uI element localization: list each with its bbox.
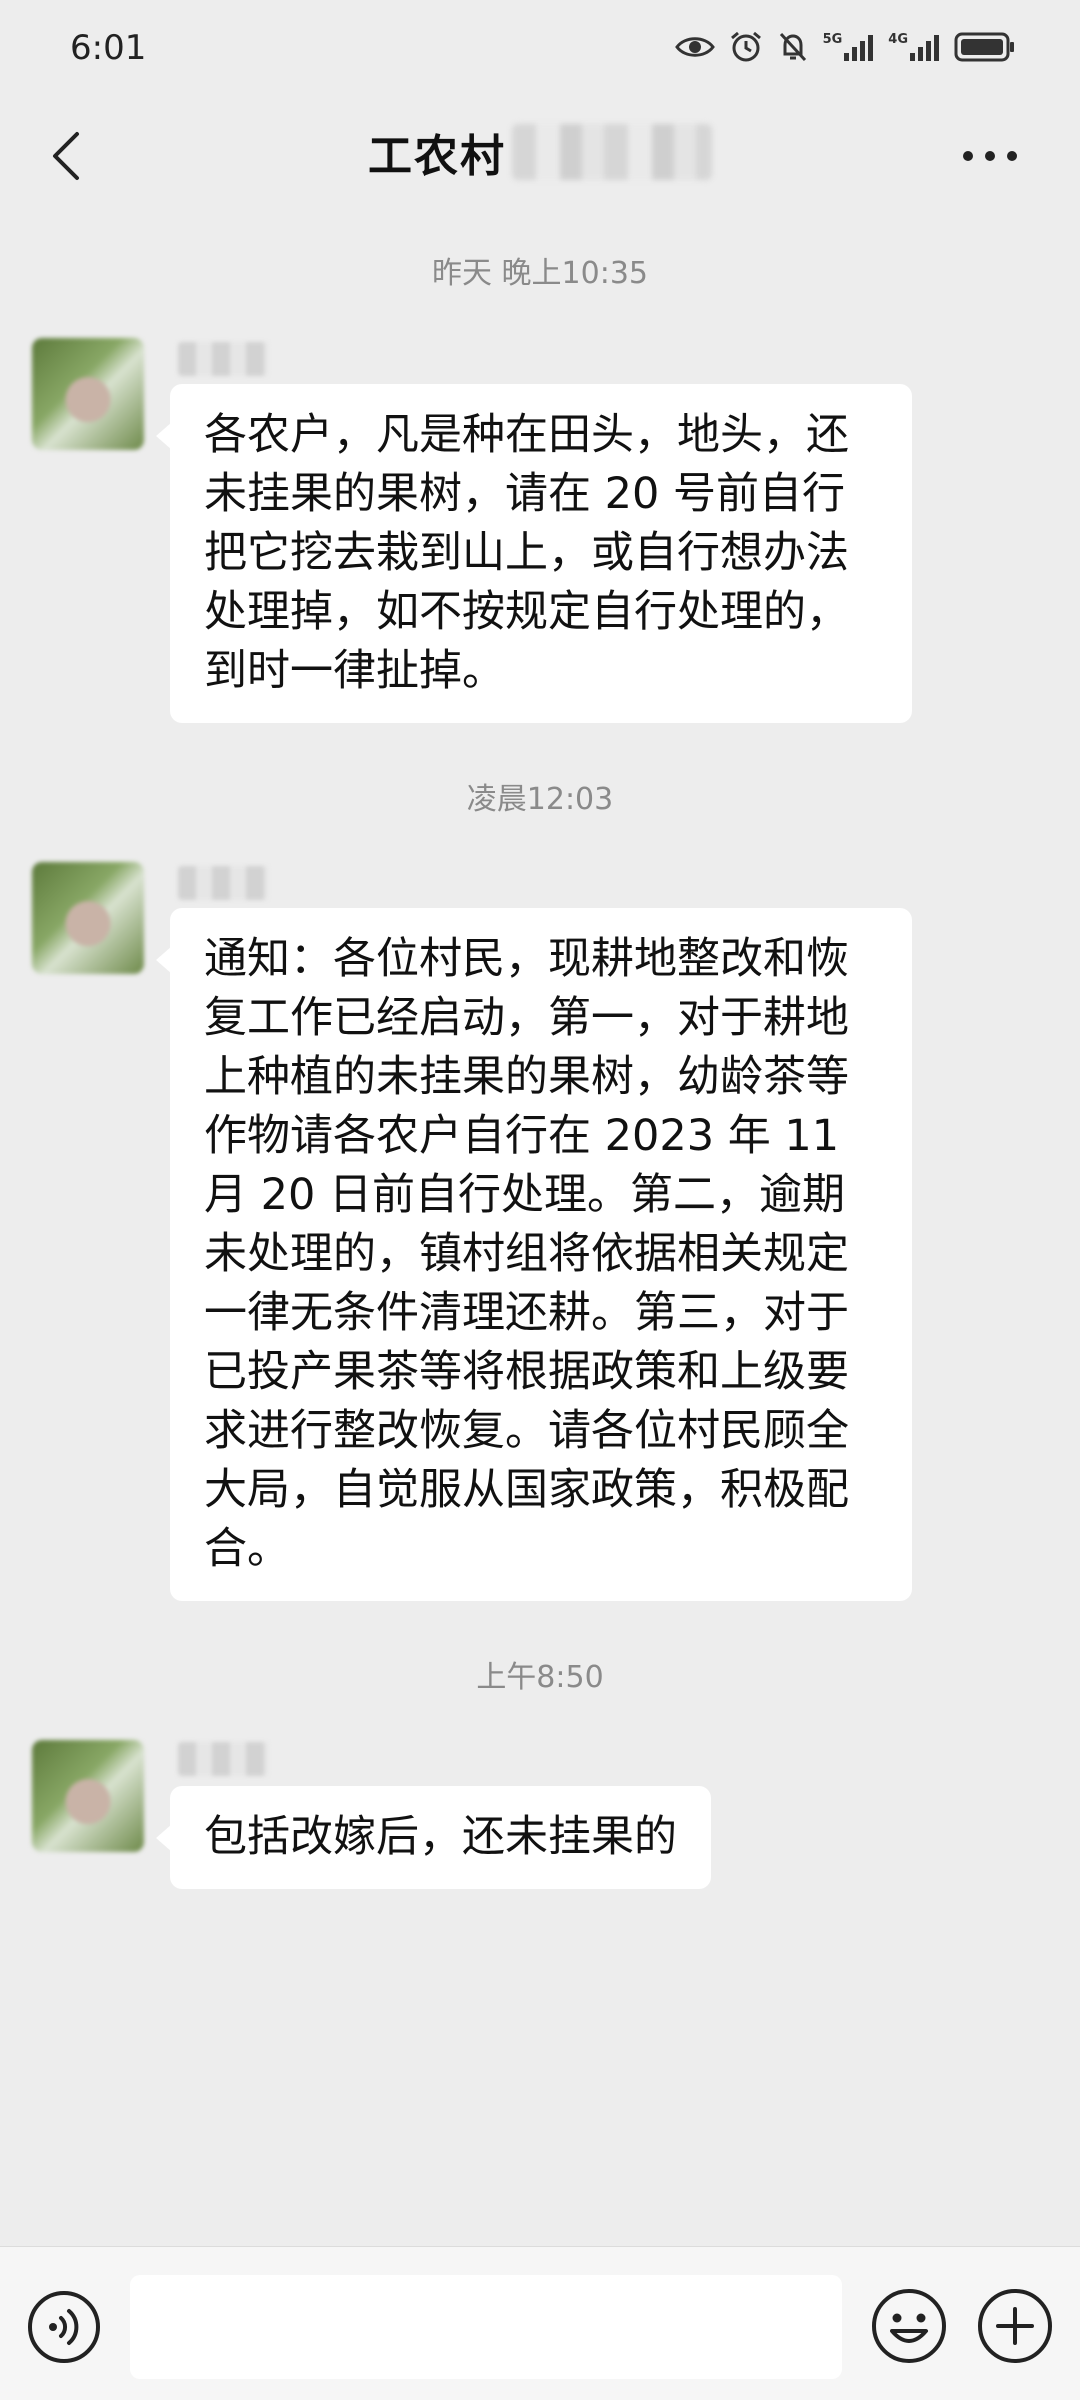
mute-bell-icon: [779, 32, 806, 62]
message-timestamp: 昨天 晚上10:35: [432, 256, 648, 291]
message-timestamp: 上午8:50: [476, 1660, 604, 1695]
chat-title-text: 工农村: [368, 131, 506, 182]
message-bubble[interactable]: 各农户，凡是种在田头，地头，还未挂果的果树，请在 20 号前自行把它挖去栽到山上…: [156, 384, 912, 723]
voice-button[interactable]: [26, 2289, 102, 2365]
more-dots-icon: [963, 151, 1017, 161]
avatar[interactable]: [32, 1740, 144, 1852]
status-icons: 5G 4G: [674, 30, 1016, 64]
message-timestamp: 凌晨12:03: [466, 782, 614, 817]
eye-icon: [674, 37, 715, 57]
sender-name-redacted: [178, 342, 268, 376]
signal-4g: 4G: [888, 33, 940, 61]
status-bar: 6:01 5G 4G: [0, 0, 1080, 100]
alarm-icon: [730, 31, 761, 62]
input-bar: [0, 2246, 1080, 2400]
avatar[interactable]: [32, 862, 144, 974]
redacted-title-part: [512, 124, 712, 180]
signal-5g: 5G: [823, 33, 875, 61]
avatar[interactable]: [32, 338, 144, 450]
status-time: 6:01: [70, 28, 147, 68]
plus-icon: [978, 2289, 1052, 2363]
emoji-icon: [872, 2289, 946, 2363]
signal-bars-icon: [910, 35, 939, 61]
chat-title: 工农村: [0, 120, 1080, 184]
message-bubble[interactable]: 包括改嫁后，还未挂果的: [156, 1786, 711, 1889]
battery-icon: [954, 32, 1014, 62]
signal-bars-icon: [844, 35, 874, 61]
more-button[interactable]: [950, 128, 1030, 184]
chat-header: 工农村: [0, 100, 1080, 212]
message-input[interactable]: [130, 2275, 842, 2379]
sender-name-redacted: [178, 1742, 268, 1776]
chat-message-list[interactable]: 昨天 晚上10:35 各农户，凡是种在田头，地头，还未挂果的果树，请在 20 号…: [0, 212, 1080, 2246]
sender-name-redacted: [178, 866, 268, 900]
message-bubble[interactable]: 通知：各位村民，现耕地整改和恢复工作已经启动，第一，对于耕地上种植的未挂果的果树…: [156, 908, 912, 1601]
voice-icon: [28, 2291, 100, 2363]
more-functions-button[interactable]: [976, 2287, 1054, 2365]
emoji-button[interactable]: [870, 2287, 948, 2365]
